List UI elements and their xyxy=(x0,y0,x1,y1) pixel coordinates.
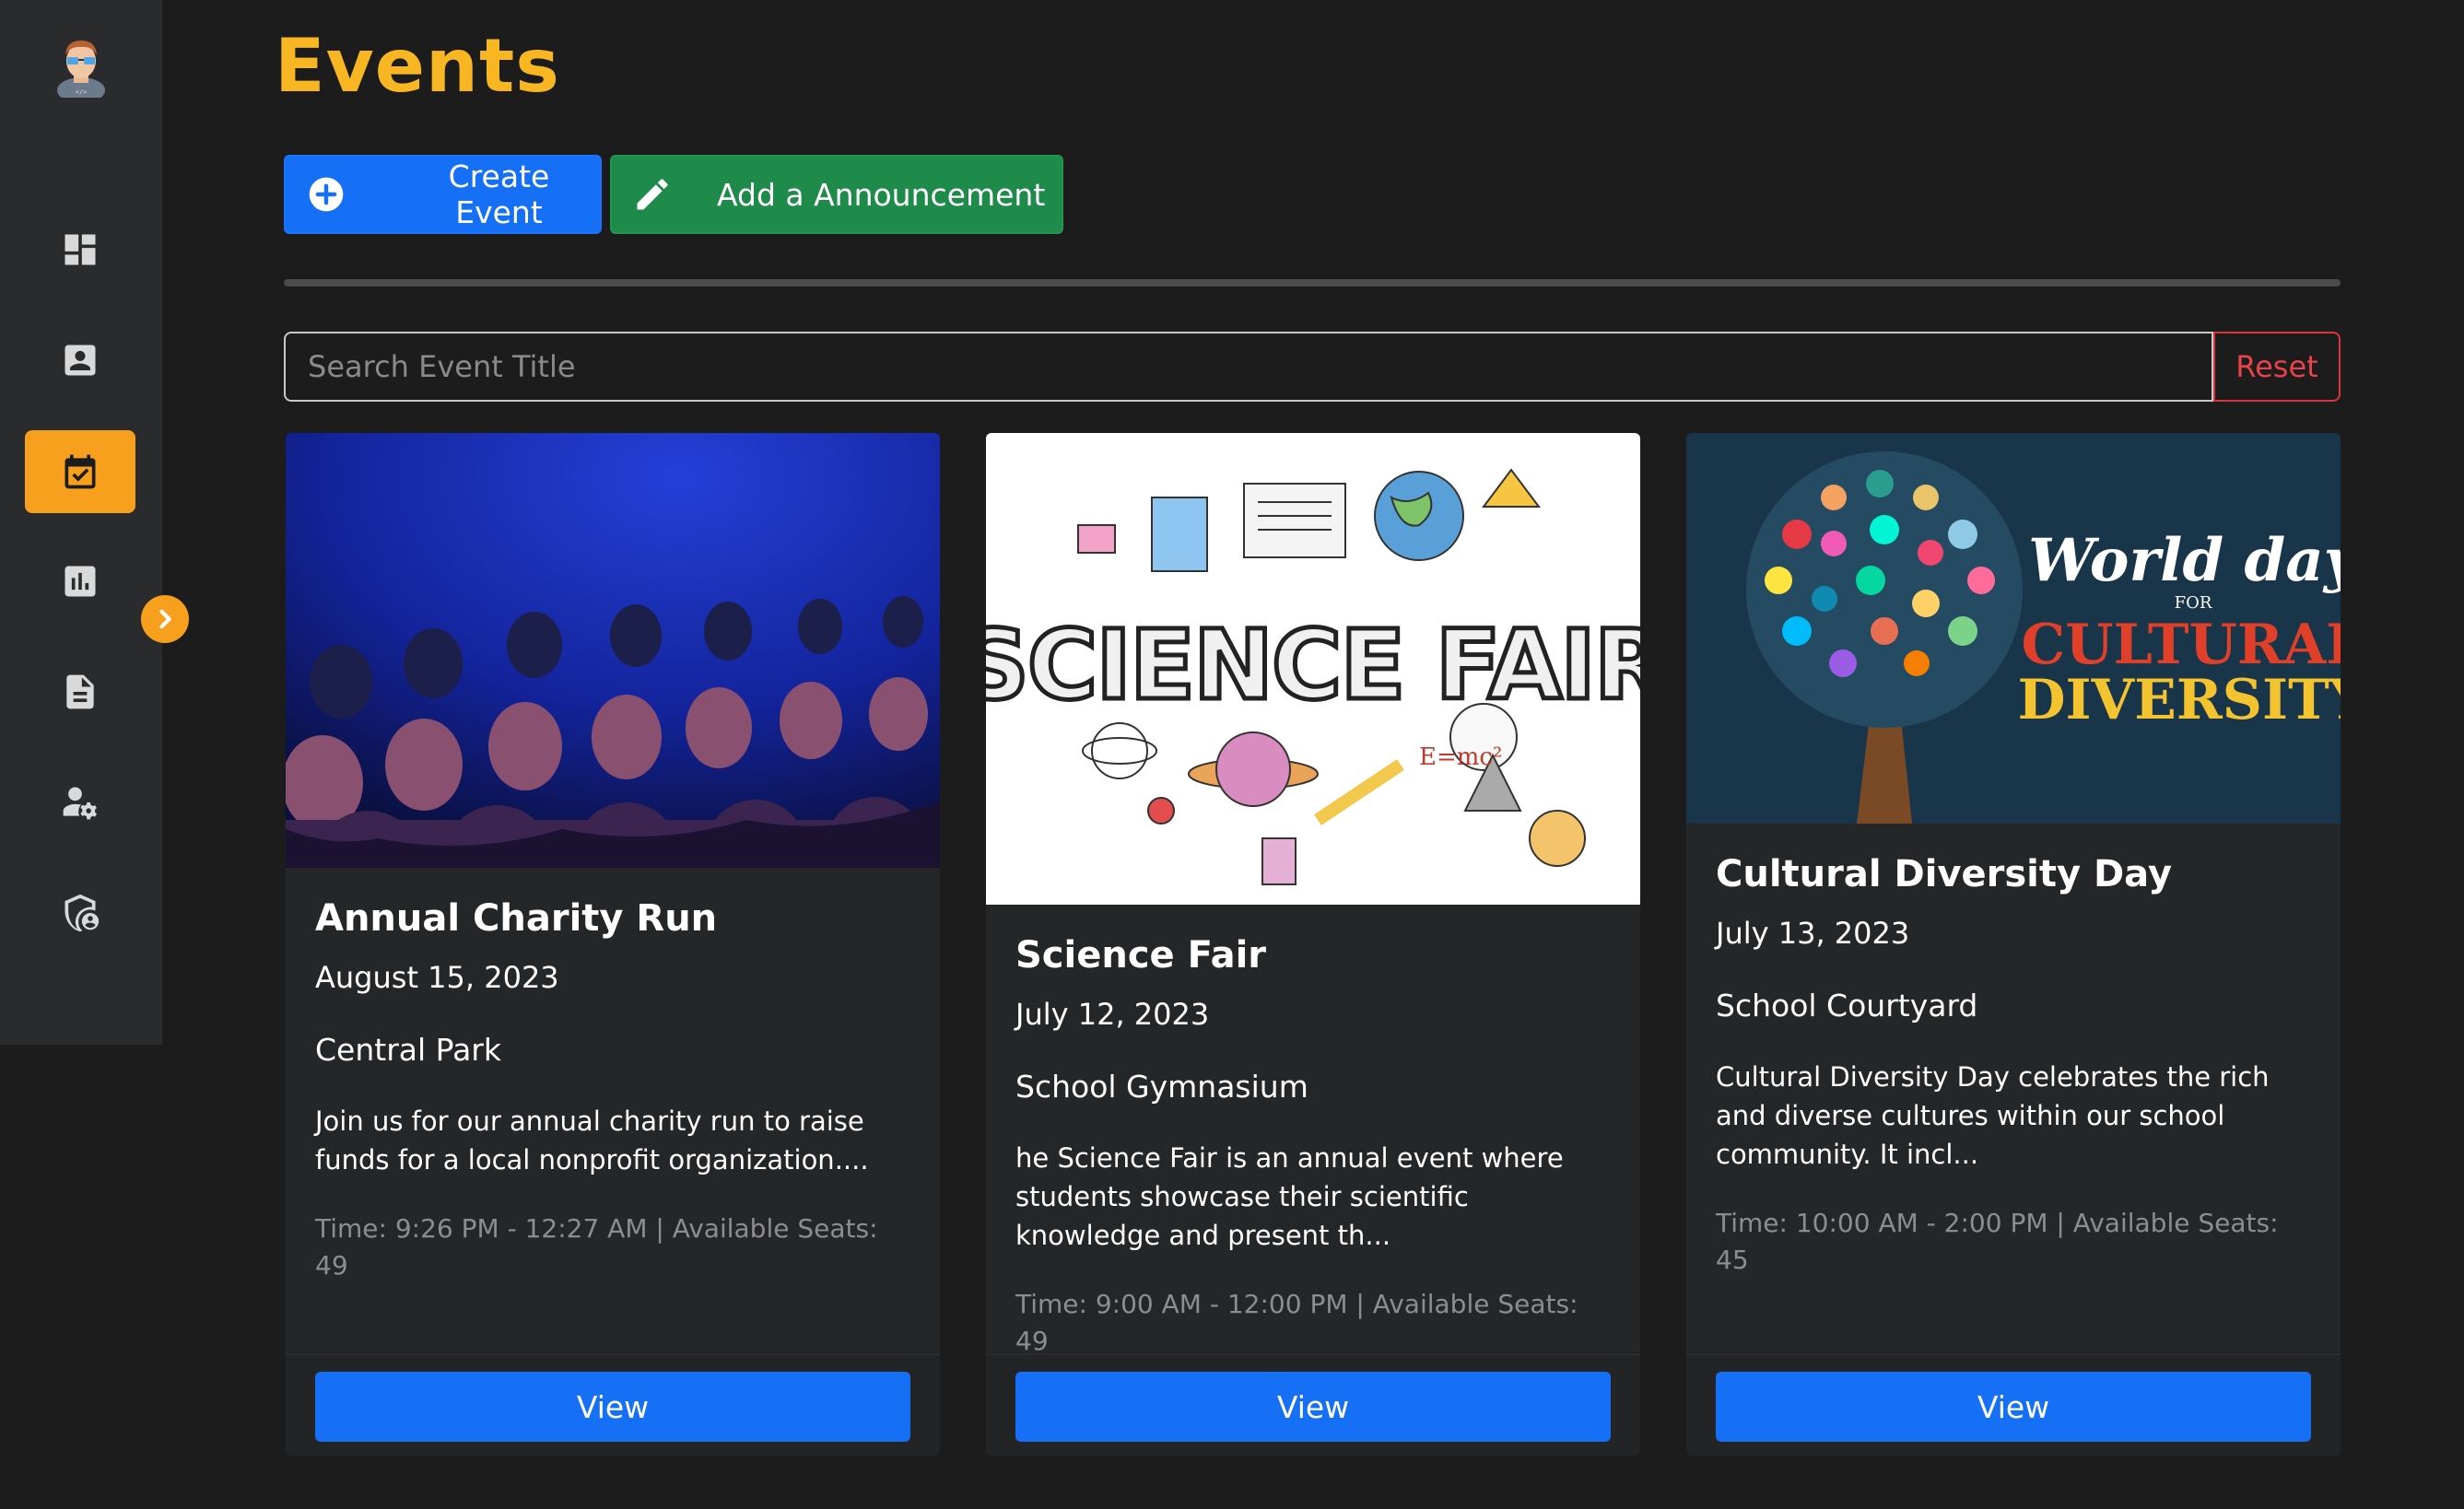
reset-button[interactable]: Reset xyxy=(2213,332,2341,402)
create-event-button[interactable]: Create Event xyxy=(284,155,602,234)
sidebar-item-reports[interactable] xyxy=(25,540,135,623)
plus-circle-icon xyxy=(309,177,344,212)
event-venue: School Courtyard xyxy=(1716,988,1978,1024)
event-description: he Science Fair is an annual event where… xyxy=(1015,1142,1564,1251)
bar-chart-icon xyxy=(65,566,96,597)
sidebar-item-events[interactable] xyxy=(25,430,135,513)
event-image-cultural-diversity: World day FOR CULTURAL DIVERSITY xyxy=(1686,433,2341,824)
pencil-icon xyxy=(637,179,668,210)
image-text-world-day: World day xyxy=(2028,526,2341,595)
event-description: Cultural Diversity Day celebrates the ri… xyxy=(1716,1061,2270,1170)
sidebar-item-dashboard[interactable] xyxy=(25,208,135,291)
event-image-audience xyxy=(286,433,940,868)
card-footer: View xyxy=(286,1354,940,1456)
view-button[interactable]: View xyxy=(315,1372,910,1442)
event-card: SCIENCE FAIR E=mc² Science Fair July 12,… xyxy=(986,433,1640,1456)
event-card: Annual Charity Run August 15, 2023 Centr… xyxy=(286,433,940,1456)
search-bar: Reset xyxy=(284,332,2341,402)
sidebar-item-user-settings[interactable] xyxy=(25,761,135,844)
event-image-science-fair: SCIENCE FAIR E=mc² xyxy=(986,433,1640,905)
image-text-for: FOR xyxy=(2175,593,2212,613)
chevron-right-icon xyxy=(159,609,171,629)
event-title: Annual Charity Run xyxy=(315,897,718,940)
event-title: Cultural Diversity Day xyxy=(1716,853,2173,895)
card-footer: View xyxy=(986,1354,1640,1456)
divider xyxy=(284,279,2341,287)
event-venue: Central Park xyxy=(315,1032,501,1068)
search-input[interactable] xyxy=(284,332,2213,402)
event-date: August 15, 2023 xyxy=(315,960,559,995)
page-title: Events xyxy=(275,23,560,109)
event-venue: School Gymnasium xyxy=(1015,1069,1308,1105)
document-icon xyxy=(66,674,94,709)
event-time-seats: Time: 10:00 AM - 2:00 PM | Available Sea… xyxy=(1716,1208,2279,1275)
event-description: Join us for our annual charity run to ra… xyxy=(315,1105,869,1176)
user-settings-icon xyxy=(63,787,97,820)
event-time-seats: Time: 9:26 PM - 12:27 AM | Available Sea… xyxy=(315,1213,878,1281)
create-event-label: Create Event xyxy=(448,158,550,230)
calendar-check-icon xyxy=(65,454,96,489)
add-announcement-label: Add a Announcement xyxy=(717,176,1046,213)
event-date: July 13, 2023 xyxy=(1716,916,1910,951)
event-date: July 12, 2023 xyxy=(1015,997,1210,1032)
view-button[interactable]: View xyxy=(1716,1372,2311,1442)
event-card: World day FOR CULTURAL DIVERSITY Cultura… xyxy=(1686,433,2341,1456)
image-text-diversity: DIVERSITY xyxy=(2017,668,2341,732)
svg-text:</>: </> xyxy=(76,88,88,96)
view-button[interactable]: View xyxy=(1015,1372,1611,1442)
sidebar-item-documents[interactable] xyxy=(25,650,135,733)
card-footer: View xyxy=(1686,1354,2341,1456)
dashboard-icon xyxy=(65,234,96,265)
sidebar-item-profile[interactable] xyxy=(25,319,135,402)
sidebar-expand-button[interactable] xyxy=(141,595,189,643)
event-title: Science Fair xyxy=(1015,934,1267,977)
profile-card-icon xyxy=(65,345,96,376)
science-fair-image-text: SCIENCE FAIR xyxy=(986,609,1640,721)
sidebar-item-security[interactable] xyxy=(25,871,135,954)
add-announcement-button[interactable]: Add a Announcement xyxy=(610,155,1063,234)
user-avatar[interactable]: </> xyxy=(52,33,111,103)
shield-user-icon xyxy=(65,894,100,932)
event-time-seats: Time: 9:00 AM - 12:00 PM | Available Sea… xyxy=(1015,1289,1578,1356)
svg-text:E=mc²: E=mc² xyxy=(1419,743,1502,771)
sidebar: </> xyxy=(0,0,162,1045)
